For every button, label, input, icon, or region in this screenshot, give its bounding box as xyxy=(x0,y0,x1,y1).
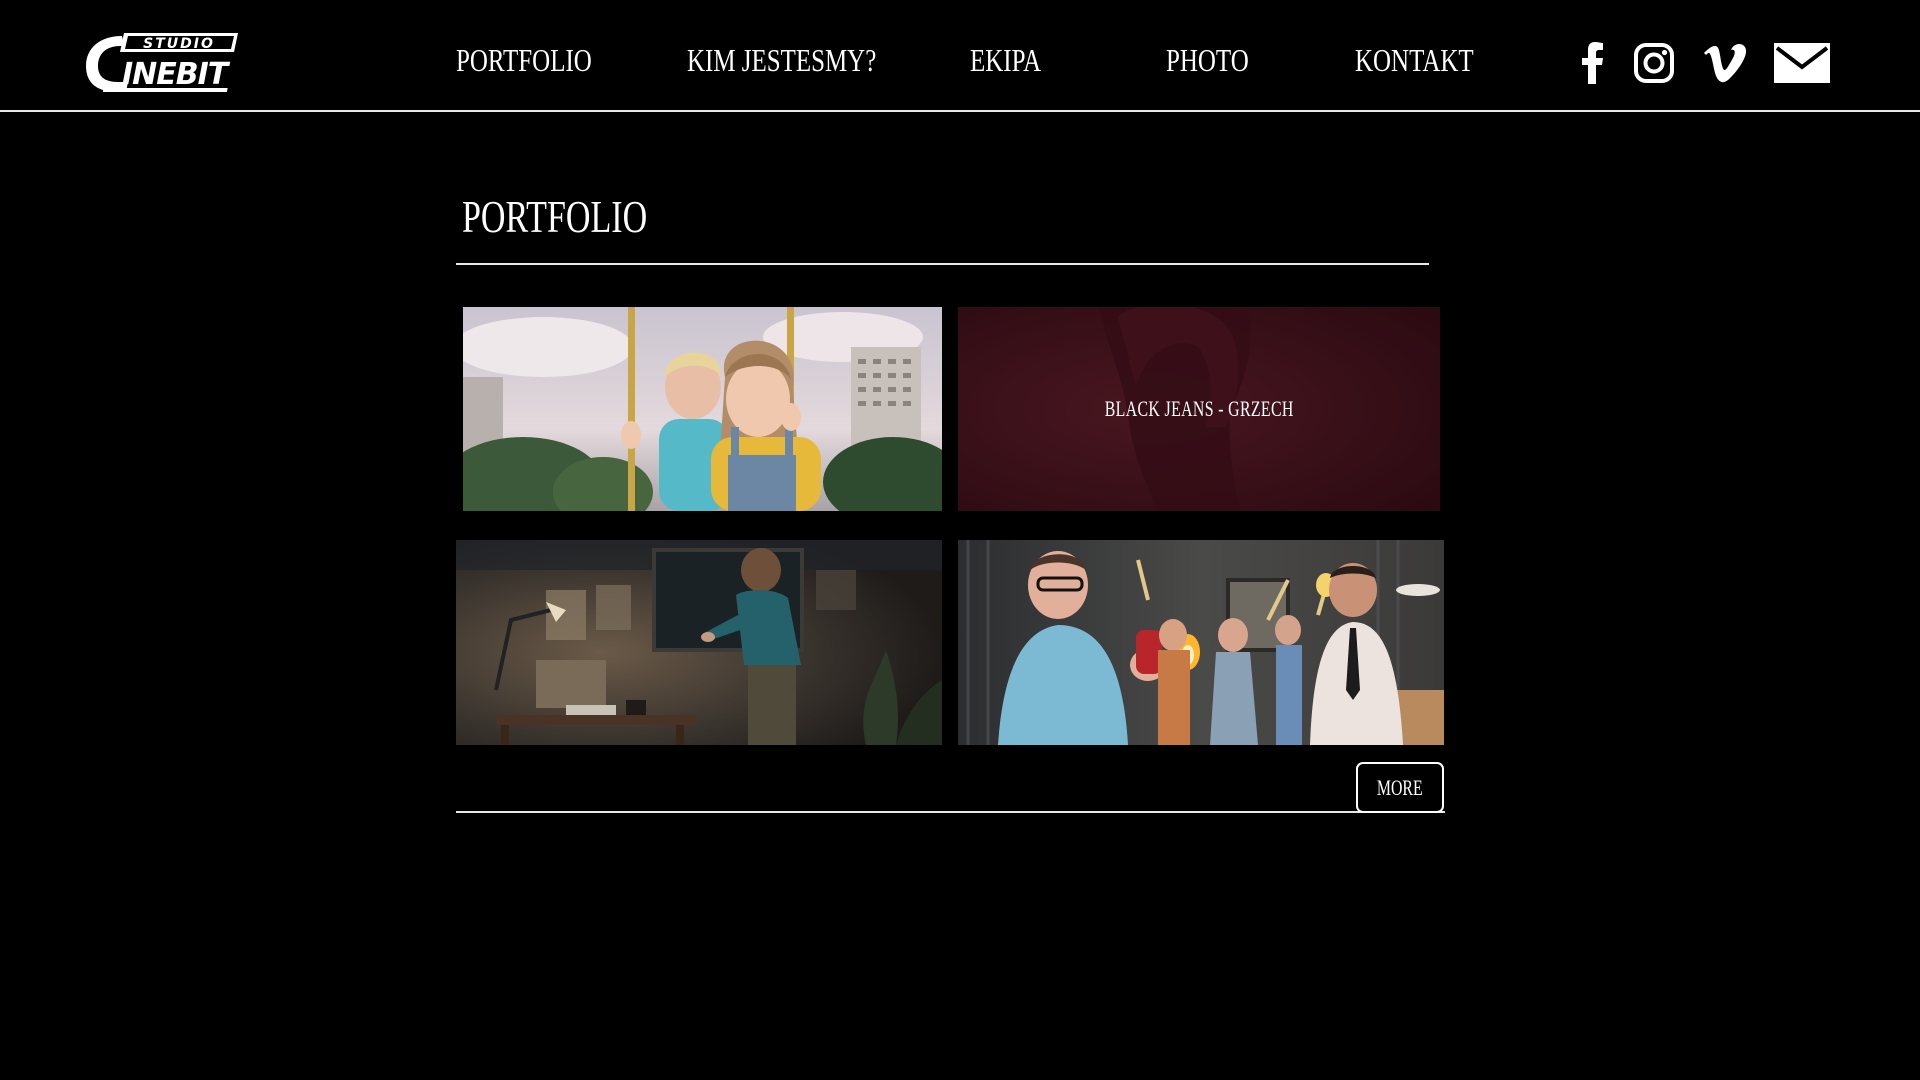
nav-portfolio-label: PORTFOLIO xyxy=(456,42,592,78)
children-on-swing-image xyxy=(463,307,942,511)
nav-kontakt-label: KONTAKT xyxy=(1355,42,1474,78)
svg-text:INEBIT: INEBIT xyxy=(122,57,231,92)
man-at-desk-image xyxy=(456,540,942,745)
more-button[interactable]: MORE xyxy=(1356,762,1444,813)
nav-kim-jestesmy[interactable]: KIM JESTESMY? xyxy=(687,40,930,80)
facebook-icon[interactable] xyxy=(1578,40,1608,86)
mail-icon[interactable] xyxy=(1774,40,1830,86)
title-divider xyxy=(456,263,1429,265)
vimeo-icon[interactable] xyxy=(1700,40,1750,86)
nav-kim-jestesmy-label: KIM JESTESMY? xyxy=(687,42,877,78)
portfolio-tile-4[interactable] xyxy=(958,540,1444,745)
portfolio-tile-1[interactable] xyxy=(463,307,942,511)
more-button-label: MORE xyxy=(1377,774,1423,800)
nav-kontakt[interactable]: KONTAKT xyxy=(1355,40,1507,80)
portfolio-tile-2[interactable]: BLACK JEANS - GRZECH xyxy=(958,307,1440,511)
nav-ekipa[interactable]: EKIPA xyxy=(970,40,1061,80)
svg-text:STUDIO: STUDIO xyxy=(143,36,215,52)
nav-photo[interactable]: PHOTO xyxy=(1166,40,1272,80)
nav-ekipa-label: EKIPA xyxy=(970,42,1042,78)
portfolio-tile-3[interactable] xyxy=(456,540,942,745)
studio-cinebit-logo[interactable]: STUDIO INEBIT xyxy=(82,30,242,94)
party-with-sparklers-image xyxy=(958,540,1444,745)
section-bottom-divider xyxy=(456,811,1445,813)
nav-portfolio[interactable]: PORTFOLIO xyxy=(456,40,630,80)
site-header: STUDIO INEBIT PORTFOLIO KIM JESTESMY? EK… xyxy=(0,0,1920,112)
instagram-icon[interactable] xyxy=(1632,40,1676,86)
tile-title: BLACK JEANS - GRZECH xyxy=(1104,396,1294,421)
page-title: PORTFOLIO xyxy=(462,191,648,242)
nav-photo-label: PHOTO xyxy=(1166,42,1249,78)
